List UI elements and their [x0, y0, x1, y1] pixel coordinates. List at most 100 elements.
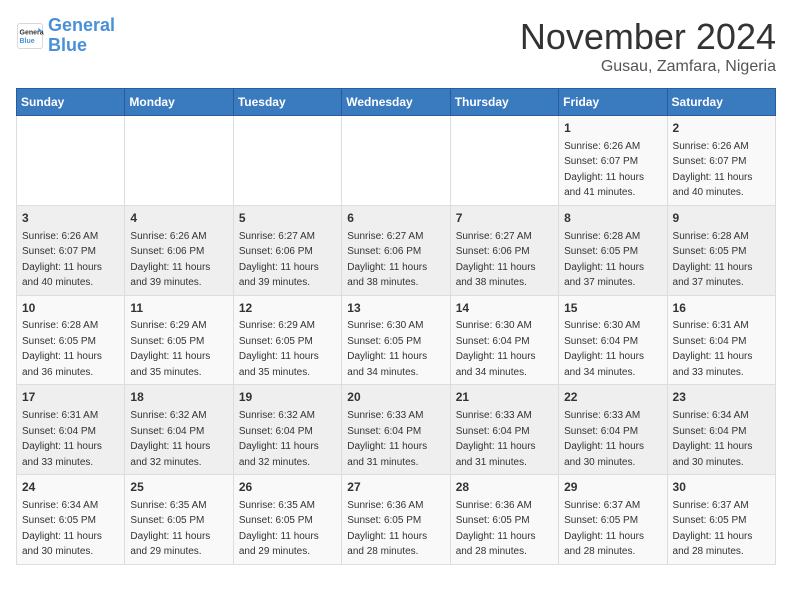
- month-title: November 2024: [520, 16, 776, 58]
- day-number: 26: [239, 479, 336, 496]
- day-number: 23: [673, 389, 770, 406]
- day-info: Sunrise: 6:34 AM Sunset: 6:05 PM Dayligh…: [22, 500, 102, 558]
- day-number: 16: [673, 300, 770, 317]
- calendar-cell-w2-d6: 8 Sunrise: 6:28 AM Sunset: 6:05 PM Daylig…: [559, 205, 667, 295]
- day-info: Sunrise: 6:37 AM Sunset: 6:05 PM Dayligh…: [673, 500, 753, 558]
- day-number: 7: [456, 210, 553, 227]
- calendar-cell-w2-d5: 7 Sunrise: 6:27 AM Sunset: 6:06 PM Daylig…: [450, 205, 558, 295]
- header-wednesday: Wednesday: [342, 89, 450, 116]
- day-info: Sunrise: 6:37 AM Sunset: 6:05 PM Dayligh…: [564, 500, 644, 558]
- calendar-cell-w1-d6: 1 Sunrise: 6:26 AM Sunset: 6:07 PM Daylig…: [559, 116, 667, 206]
- day-number: 24: [22, 479, 119, 496]
- day-number: 6: [347, 210, 444, 227]
- calendar-header-row: SundayMondayTuesdayWednesdayThursdayFrid…: [17, 89, 776, 116]
- day-info: Sunrise: 6:36 AM Sunset: 6:05 PM Dayligh…: [456, 500, 536, 558]
- day-info: Sunrise: 6:30 AM Sunset: 6:04 PM Dayligh…: [456, 320, 536, 378]
- day-number: 4: [130, 210, 227, 227]
- day-number: 2: [673, 120, 770, 137]
- day-info: Sunrise: 6:26 AM Sunset: 6:07 PM Dayligh…: [22, 231, 102, 289]
- logo-text: General Blue: [48, 16, 115, 56]
- location: Gusau, Zamfara, Nigeria: [520, 58, 776, 76]
- calendar-cell-w4-d6: 22Sunrise: 6:33 AM Sunset: 6:04 PM Dayli…: [559, 385, 667, 475]
- day-info: Sunrise: 6:26 AM Sunset: 6:07 PM Dayligh…: [673, 141, 753, 199]
- day-info: Sunrise: 6:29 AM Sunset: 6:05 PM Dayligh…: [239, 320, 319, 378]
- day-info: Sunrise: 6:36 AM Sunset: 6:05 PM Dayligh…: [347, 500, 427, 558]
- day-number: 11: [130, 300, 227, 317]
- header-sunday: Sunday: [17, 89, 125, 116]
- calendar-cell-w4-d5: 21Sunrise: 6:33 AM Sunset: 6:04 PM Dayli…: [450, 385, 558, 475]
- title-block: November 2024 Gusau, Zamfara, Nigeria: [520, 16, 776, 76]
- day-info: Sunrise: 6:27 AM Sunset: 6:06 PM Dayligh…: [347, 231, 427, 289]
- day-number: 19: [239, 389, 336, 406]
- day-info: Sunrise: 6:27 AM Sunset: 6:06 PM Dayligh…: [239, 231, 319, 289]
- day-number: 8: [564, 210, 661, 227]
- calendar-table: SundayMondayTuesdayWednesdayThursdayFrid…: [16, 88, 776, 565]
- calendar-cell-w3-d5: 14Sunrise: 6:30 AM Sunset: 6:04 PM Dayli…: [450, 295, 558, 385]
- day-info: Sunrise: 6:28 AM Sunset: 6:05 PM Dayligh…: [22, 320, 102, 378]
- day-number: 10: [22, 300, 119, 317]
- calendar-cell-w5-d6: 29 Sunrise: 6:37 AM Sunset: 6:05 PM Dayli…: [559, 475, 667, 565]
- day-info: Sunrise: 6:28 AM Sunset: 6:05 PM Dayligh…: [673, 231, 753, 289]
- day-info: Sunrise: 6:35 AM Sunset: 6:05 PM Dayligh…: [239, 500, 319, 558]
- week-row-5: 24 Sunrise: 6:34 AM Sunset: 6:05 PM Dayli…: [17, 475, 776, 565]
- day-info: Sunrise: 6:31 AM Sunset: 6:04 PM Dayligh…: [673, 320, 753, 378]
- calendar-cell-w4-d1: 17 Sunrise: 6:31 AM Sunset: 6:04 PM Dayli…: [17, 385, 125, 475]
- day-number: 27: [347, 479, 444, 496]
- calendar-cell-w2-d4: 6 Sunrise: 6:27 AM Sunset: 6:06 PM Daylig…: [342, 205, 450, 295]
- calendar-cell-w1-d7: 2 Sunrise: 6:26 AM Sunset: 6:07 PM Daylig…: [667, 116, 775, 206]
- calendar-cell-w3-d4: 13 Sunrise: 6:30 AM Sunset: 6:05 PM Dayli…: [342, 295, 450, 385]
- calendar-cell-w5-d7: 30 Sunrise: 6:37 AM Sunset: 6:05 PM Dayli…: [667, 475, 775, 565]
- week-row-1: 1 Sunrise: 6:26 AM Sunset: 6:07 PM Daylig…: [17, 116, 776, 206]
- logo: General Blue General Blue: [16, 16, 115, 56]
- calendar-cell-w1-d5: [450, 116, 558, 206]
- calendar-cell-w1-d3: [233, 116, 341, 206]
- calendar-cell-w1-d4: [342, 116, 450, 206]
- calendar-cell-w5-d2: 25 Sunrise: 6:35 AM Sunset: 6:05 PM Dayli…: [125, 475, 233, 565]
- week-row-4: 17 Sunrise: 6:31 AM Sunset: 6:04 PM Dayli…: [17, 385, 776, 475]
- week-row-2: 3 Sunrise: 6:26 AM Sunset: 6:07 PM Daylig…: [17, 205, 776, 295]
- calendar-cell-w2-d2: 4Sunrise: 6:26 AM Sunset: 6:06 PM Daylig…: [125, 205, 233, 295]
- day-info: Sunrise: 6:32 AM Sunset: 6:04 PM Dayligh…: [130, 410, 210, 468]
- day-number: 25: [130, 479, 227, 496]
- calendar-cell-w4-d3: 19 Sunrise: 6:32 AM Sunset: 6:04 PM Dayli…: [233, 385, 341, 475]
- calendar-cell-w2-d3: 5 Sunrise: 6:27 AM Sunset: 6:06 PM Daylig…: [233, 205, 341, 295]
- calendar-cell-w3-d6: 15Sunrise: 6:30 AM Sunset: 6:04 PM Dayli…: [559, 295, 667, 385]
- day-number: 12: [239, 300, 336, 317]
- day-number: 17: [22, 389, 119, 406]
- day-number: 5: [239, 210, 336, 227]
- day-info: Sunrise: 6:29 AM Sunset: 6:05 PM Dayligh…: [130, 320, 210, 378]
- day-number: 3: [22, 210, 119, 227]
- day-info: Sunrise: 6:30 AM Sunset: 6:04 PM Dayligh…: [564, 320, 644, 378]
- week-row-3: 10 Sunrise: 6:28 AM Sunset: 6:05 PM Dayli…: [17, 295, 776, 385]
- day-info: Sunrise: 6:34 AM Sunset: 6:04 PM Dayligh…: [673, 410, 753, 468]
- day-info: Sunrise: 6:26 AM Sunset: 6:07 PM Dayligh…: [564, 141, 644, 199]
- day-info: Sunrise: 6:28 AM Sunset: 6:05 PM Dayligh…: [564, 231, 644, 289]
- day-number: 29: [564, 479, 661, 496]
- day-info: Sunrise: 6:31 AM Sunset: 6:04 PM Dayligh…: [22, 410, 102, 468]
- day-info: Sunrise: 6:35 AM Sunset: 6:05 PM Dayligh…: [130, 500, 210, 558]
- day-info: Sunrise: 6:33 AM Sunset: 6:04 PM Dayligh…: [456, 410, 536, 468]
- day-number: 28: [456, 479, 553, 496]
- day-number: 1: [564, 120, 661, 137]
- calendar-cell-w5-d1: 24 Sunrise: 6:34 AM Sunset: 6:05 PM Dayli…: [17, 475, 125, 565]
- calendar-cell-w3-d7: 16 Sunrise: 6:31 AM Sunset: 6:04 PM Dayli…: [667, 295, 775, 385]
- calendar-cell-w2-d7: 9 Sunrise: 6:28 AM Sunset: 6:05 PM Daylig…: [667, 205, 775, 295]
- day-number: 9: [673, 210, 770, 227]
- day-info: Sunrise: 6:27 AM Sunset: 6:06 PM Dayligh…: [456, 231, 536, 289]
- logo-icon: General Blue: [16, 22, 44, 50]
- header-tuesday: Tuesday: [233, 89, 341, 116]
- calendar-cell-w3-d1: 10 Sunrise: 6:28 AM Sunset: 6:05 PM Dayli…: [17, 295, 125, 385]
- day-info: Sunrise: 6:33 AM Sunset: 6:04 PM Dayligh…: [564, 410, 644, 468]
- header-friday: Friday: [559, 89, 667, 116]
- day-number: 30: [673, 479, 770, 496]
- calendar-cell-w1-d1: [17, 116, 125, 206]
- day-info: Sunrise: 6:33 AM Sunset: 6:04 PM Dayligh…: [347, 410, 427, 468]
- day-number: 13: [347, 300, 444, 317]
- calendar-cell-w4-d4: 20Sunrise: 6:33 AM Sunset: 6:04 PM Dayli…: [342, 385, 450, 475]
- day-info: Sunrise: 6:30 AM Sunset: 6:05 PM Dayligh…: [347, 320, 427, 378]
- day-info: Sunrise: 6:32 AM Sunset: 6:04 PM Dayligh…: [239, 410, 319, 468]
- calendar-cell-w5-d3: 26 Sunrise: 6:35 AM Sunset: 6:05 PM Dayli…: [233, 475, 341, 565]
- calendar-cell-w5-d4: 27 Sunrise: 6:36 AM Sunset: 6:05 PM Dayli…: [342, 475, 450, 565]
- calendar-cell-w4-d2: 18Sunrise: 6:32 AM Sunset: 6:04 PM Dayli…: [125, 385, 233, 475]
- calendar-cell-w3-d3: 12 Sunrise: 6:29 AM Sunset: 6:05 PM Dayli…: [233, 295, 341, 385]
